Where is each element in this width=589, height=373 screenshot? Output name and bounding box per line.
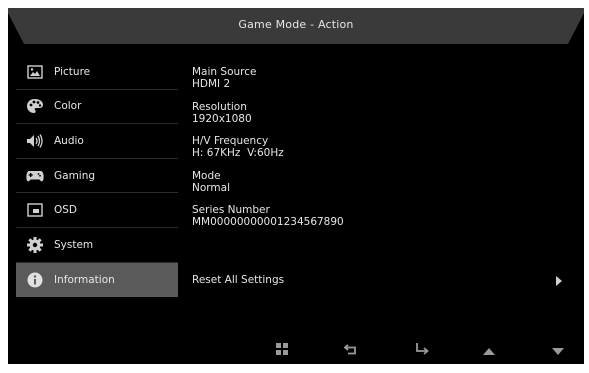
resolution-info: Resolution 1920x1080: [192, 101, 572, 136]
osd-menu: Game Mode - Action Picture Color Audio G…: [8, 8, 584, 364]
information-panel: Main Source HDMI 2 Resolution 1920x1080 …: [192, 66, 572, 239]
serial-info: Series Number MM00000000001234567890: [192, 204, 572, 239]
serial-value: MM00000000001234567890: [192, 216, 344, 229]
up-button[interactable]: [478, 338, 500, 360]
palette-icon: [26, 97, 44, 115]
menu-grid-icon: [276, 340, 288, 359]
sidebar-item-osd[interactable]: OSD: [16, 193, 178, 228]
sidebar-item-label: Color: [54, 100, 82, 113]
return-icon: [343, 340, 358, 359]
down-button[interactable]: [547, 338, 569, 360]
chevron-right-icon: [556, 271, 562, 290]
main-source-value: HDMI 2: [192, 78, 231, 90]
reset-all-settings-label: Reset All Settings: [192, 274, 285, 286]
gear-icon: [26, 236, 44, 254]
enter-icon: [415, 340, 429, 359]
sidebar-item-color[interactable]: Color: [16, 90, 178, 125]
up-arrow-icon: [483, 340, 495, 359]
sidebar-item-label: System: [54, 238, 94, 251]
sidebar-item-label: Audio: [54, 134, 84, 147]
frequency-info: H/V Frequency H: 67KHz V:60Hz: [192, 135, 572, 170]
sidebar-item-label: OSD: [54, 204, 78, 217]
menu-grid-button[interactable]: [271, 338, 293, 360]
main-source-info: Main Source HDMI 2: [192, 66, 572, 101]
enter-button[interactable]: [411, 338, 433, 360]
frequency-label: H/V Frequency: [192, 135, 269, 148]
title-bar: Game Mode - Action: [8, 8, 584, 44]
main-source-label: Main Source: [192, 66, 257, 78]
sidebar-item-gaming[interactable]: Gaming: [16, 159, 178, 194]
sidebar-item-label: Information: [54, 273, 115, 286]
sidebar-item-picture[interactable]: Picture: [16, 55, 178, 90]
bottom-control-bar: [8, 338, 584, 364]
sidebar-item-information[interactable]: Information: [16, 262, 178, 298]
down-arrow-icon: [552, 340, 564, 359]
sidebar-item-label: Gaming: [54, 169, 96, 182]
gamepad-icon: [26, 167, 44, 185]
mode-label: Mode: [192, 169, 221, 182]
sidebar-item-system[interactable]: System: [16, 228, 178, 263]
resolution-value: 1920x1080: [192, 112, 252, 125]
resolution-label: Resolution: [192, 100, 247, 113]
mode-info: Mode Normal: [192, 170, 572, 205]
picture-icon: [26, 63, 44, 81]
mode-value: Normal: [192, 181, 230, 194]
frequency-value: H: 67KHz V:60Hz: [192, 147, 284, 160]
osd-icon: [26, 201, 44, 219]
sidebar: Picture Color Audio Gaming OSD System In…: [16, 55, 178, 298]
reset-all-settings-row[interactable]: Reset All Settings: [192, 270, 562, 290]
sidebar-item-audio[interactable]: Audio: [16, 124, 178, 159]
info-icon: [26, 271, 44, 289]
speaker-icon: [26, 132, 44, 150]
sidebar-item-label: Picture: [54, 65, 91, 78]
serial-label: Series Number: [192, 204, 270, 217]
return-button[interactable]: [340, 338, 362, 360]
page-title: Game Mode - Action: [238, 18, 354, 31]
